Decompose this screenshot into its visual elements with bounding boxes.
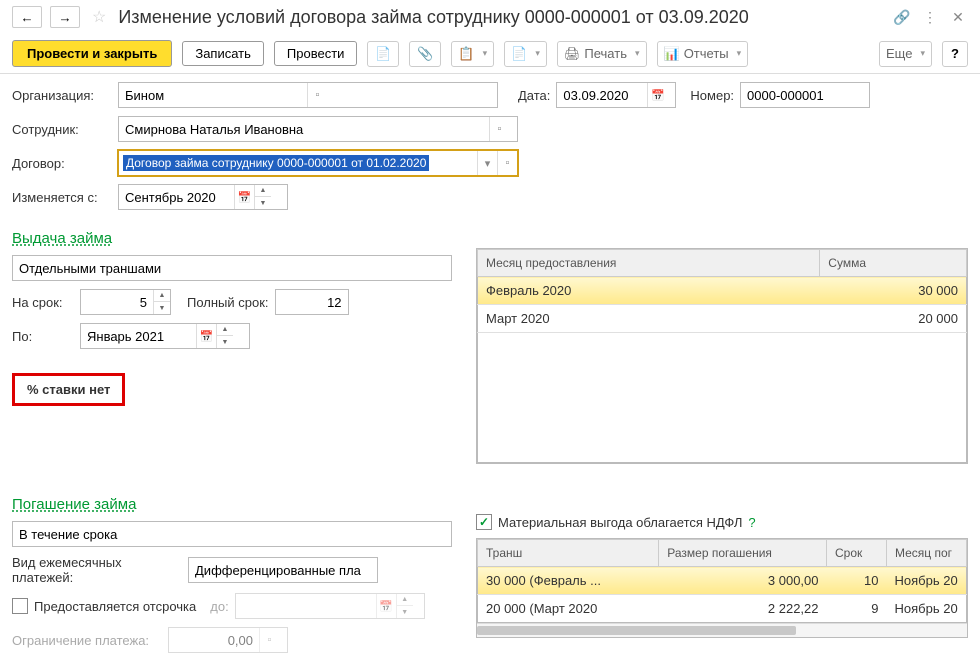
repay-method-input[interactable] (13, 522, 443, 546)
kebab-icon[interactable]: ⋮ (920, 9, 940, 26)
emp-input[interactable] (119, 117, 489, 141)
calendar-icon[interactable]: 📅 (647, 83, 667, 107)
num-input[interactable] (741, 83, 861, 107)
loan-method-input[interactable] (13, 256, 443, 280)
document-icon-button[interactable]: 📄 (367, 41, 399, 67)
pay-type-input[interactable] (189, 558, 369, 582)
col-tranche: Транш (478, 540, 659, 567)
repay-section-title: Погашение займа (12, 496, 136, 513)
help-link[interactable]: ? (748, 515, 755, 530)
table-row[interactable]: Февраль 2020 30 000 (478, 277, 967, 305)
pay-type-label: Вид ежемесячных платежей: (12, 555, 182, 585)
from-input[interactable] (119, 185, 234, 209)
calendar-icon: 📅 (376, 594, 396, 618)
window-title: Изменение условий договора займа сотрудн… (118, 7, 884, 28)
forward-button[interactable]: → (50, 6, 80, 28)
date-input[interactable] (557, 83, 647, 107)
table-row[interactable]: 30 000 (Февраль ... 3 000,00 10 Ноябрь 2… (478, 567, 967, 595)
contract-label: Договор: (12, 156, 112, 171)
org-label: Организация: (12, 88, 112, 103)
help-button[interactable]: ? (942, 41, 968, 67)
reports-dropdown[interactable]: 📊 Отчеты (657, 41, 749, 67)
submit-button[interactable]: Провести (274, 41, 358, 66)
limit-input (169, 628, 259, 652)
table-row[interactable]: Март 2020 20 000 (478, 305, 967, 333)
open-icon[interactable]: ▫ (489, 117, 509, 141)
limit-label: Ограничение платежа: (12, 633, 162, 648)
term-input[interactable] (81, 290, 153, 314)
spinner: ▲▼ (396, 594, 413, 618)
print-dropdown[interactable]: 🖨 Печать (557, 41, 647, 67)
table-row[interactable]: 20 000 (Март 2020 2 222,22 9 Ноябрь 20 (478, 595, 967, 623)
open-icon[interactable]: ▫ (497, 151, 517, 175)
col-amount: Размер погашения (659, 540, 827, 567)
close-icon[interactable]: ✕ (948, 9, 968, 26)
deferment-label: Предоставляется отсрочка (34, 599, 196, 614)
date-label: Дата: (518, 88, 550, 103)
until-input[interactable] (81, 324, 196, 348)
from-label: Изменяется с: (12, 190, 112, 205)
spinner[interactable]: ▲▼ (216, 324, 233, 348)
org-input[interactable] (119, 83, 307, 107)
col-month: Месяц пог (887, 540, 967, 567)
ndfl-checkbox[interactable]: ✓ (476, 514, 492, 530)
more-dropdown[interactable]: Еще (879, 41, 932, 67)
deferment-checkbox[interactable] (12, 598, 28, 614)
full-term-label: Полный срок: (187, 295, 269, 310)
open-icon[interactable]: ▫ (307, 83, 327, 107)
spinner[interactable]: ▲▼ (254, 185, 271, 209)
horizontal-scrollbar[interactable] (477, 623, 967, 637)
calendar-icon[interactable]: 📅 (196, 324, 216, 348)
ndfl-label: Материальная выгода облагается НДФЛ (498, 515, 742, 530)
col-term: Срок (827, 540, 887, 567)
loan-section-title: Выдача займа (12, 230, 112, 247)
record-button[interactable]: Записать (182, 41, 264, 66)
emp-label: Сотрудник: (12, 122, 112, 137)
create-dropdown[interactable]: 📄 (504, 41, 547, 67)
contract-input[interactable]: Договор займа сотруднику 0000-000001 от … (123, 155, 429, 171)
num-label: Номер: (690, 88, 734, 103)
link-icon[interactable]: 🔗 (892, 9, 912, 26)
back-button[interactable]: ← (12, 6, 42, 28)
deferment-until-label: до: (210, 599, 228, 614)
dropdown-icon[interactable]: ▾ (477, 151, 497, 175)
open-icon: ▫ (259, 628, 279, 652)
rate-highlight: % ставки нет (12, 373, 125, 406)
submit-close-button[interactable]: Провести и закрыть (12, 40, 172, 67)
calendar-icon[interactable]: 📅 (234, 185, 254, 209)
term-label: На срок: (12, 295, 74, 310)
attach-icon-button[interactable]: 📎 (409, 41, 441, 67)
favorite-icon[interactable]: ☆ (92, 7, 106, 27)
spinner[interactable]: ▲▼ (153, 290, 170, 314)
deferment-date-input (236, 594, 376, 618)
until-label: По: (12, 329, 74, 344)
tranche-table[interactable]: Месяц предоставления Сумма Февраль 2020 … (477, 249, 967, 463)
col-sum: Сумма (820, 250, 967, 277)
full-term-input (276, 290, 348, 314)
repay-table[interactable]: Транш Размер погашения Срок Месяц пог 30… (477, 539, 967, 623)
col-month: Месяц предоставления (478, 250, 820, 277)
form-dropdown[interactable]: 📋 (451, 41, 494, 67)
